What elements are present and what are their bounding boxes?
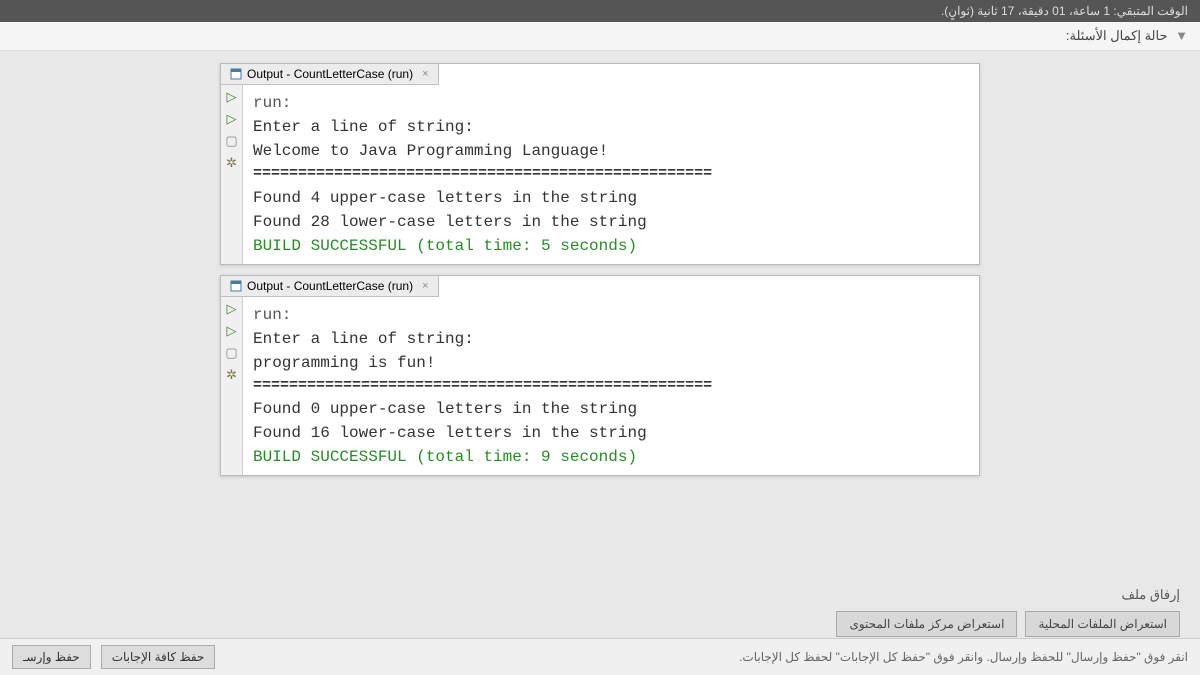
console-line: Found 28 lower-case letters in the strin… xyxy=(253,210,969,234)
bottom-actions-group: حفظ وإرسـ حفظ كافة الإجابات xyxy=(12,645,215,669)
console-separator: ========================================… xyxy=(253,163,969,186)
console-line: Found 0 upper-case letters in the string xyxy=(253,397,969,421)
build-success-line: BUILD SUCCESSFUL (total time: 9 seconds) xyxy=(253,445,969,469)
tab-title-1: Output - CountLetterCase (run) xyxy=(247,67,413,81)
console-line: Found 4 upper-case letters in the string xyxy=(253,186,969,210)
browse-content-button[interactable]: استعراض مركز ملفات المحتوى xyxy=(836,611,1017,637)
console-line: Welcome to Java Programming Language! xyxy=(253,139,969,163)
console-output-2: run: Enter a line of string: programming… xyxy=(243,297,979,476)
rerun-icon[interactable]: ▷ xyxy=(224,323,240,339)
run-icon[interactable]: ▷ xyxy=(224,89,240,105)
console-line: Enter a line of string: xyxy=(253,115,969,139)
console-line: programming is fun! xyxy=(253,351,969,375)
console-line: run: xyxy=(253,303,969,327)
rerun-icon[interactable]: ▷ xyxy=(224,111,240,127)
close-icon[interactable]: × xyxy=(419,280,431,292)
completion-status-text: حالة إكمال الأسئلة: xyxy=(1066,28,1168,43)
panel-gutter-1: ▷ ▷ ▢ ✲ xyxy=(221,85,243,264)
browse-buttons-group: استعراض الملفات المحلية استعراض مركز ملف… xyxy=(836,611,1180,637)
panel-gutter-2: ▷ ▷ ▢ ✲ xyxy=(221,297,243,476)
panel-body-2: ▷ ▷ ▢ ✲ run: Enter a line of string: pro… xyxy=(221,297,979,476)
browse-local-button[interactable]: استعراض الملفات المحلية xyxy=(1025,611,1180,637)
output-icon xyxy=(229,279,243,293)
console-output-1: run: Enter a line of string: Welcome to … xyxy=(243,85,979,264)
build-success-line: BUILD SUCCESSFUL (total time: 5 seconds) xyxy=(253,234,969,258)
time-remaining-text: الوقت المتبقي: 1 ساعة، 01 دقيقة، 17 ثاني… xyxy=(941,4,1188,18)
close-icon[interactable]: × xyxy=(419,68,431,80)
tab-title-2: Output - CountLetterCase (run) xyxy=(247,279,413,293)
output-panel-2: Output - CountLetterCase (run) × ▷ ▷ ▢ ✲… xyxy=(220,275,980,477)
debug-icon[interactable]: ✲ xyxy=(224,155,240,171)
console-separator: ========================================… xyxy=(253,375,969,398)
chevron-down-icon[interactable]: ▼ xyxy=(1175,28,1188,43)
output-tab-1[interactable]: Output - CountLetterCase (run) × xyxy=(221,64,439,85)
attach-file-label: إرفاق ملف xyxy=(836,587,1180,603)
save-submit-button[interactable]: حفظ وإرسـ xyxy=(12,645,91,669)
save-all-button[interactable]: حفظ كافة الإجابات xyxy=(101,645,216,669)
panel-body-1: ▷ ▷ ▢ ✲ run: Enter a line of string: Wel… xyxy=(221,85,979,264)
completion-status-bar: ▼ حالة إكمال الأسئلة: xyxy=(0,22,1200,51)
output-tab-2[interactable]: Output - CountLetterCase (run) × xyxy=(221,276,439,297)
bottom-action-bar: حفظ وإرسـ حفظ كافة الإجابات انقر فوق "حف… xyxy=(0,638,1200,675)
console-line: Enter a line of string: xyxy=(253,327,969,351)
attach-file-section: إرفاق ملف استعراض الملفات المحلية استعرا… xyxy=(836,587,1180,637)
output-icon xyxy=(229,67,243,81)
main-content: Output - CountLetterCase (run) × ▷ ▷ ▢ ✲… xyxy=(0,51,1200,488)
bottom-hint-text: انقر فوق "حفظ وإرسال" للحفظ وإرسال. وانق… xyxy=(215,650,1188,664)
stop-icon[interactable]: ▢ xyxy=(224,345,240,361)
console-line: Found 16 lower-case letters in the strin… xyxy=(253,421,969,445)
output-panel-1: Output - CountLetterCase (run) × ▷ ▷ ▢ ✲… xyxy=(220,63,980,265)
console-line: run: xyxy=(253,91,969,115)
time-remaining-bar: الوقت المتبقي: 1 ساعة، 01 دقيقة، 17 ثاني… xyxy=(0,0,1200,22)
run-icon[interactable]: ▷ xyxy=(224,301,240,317)
stop-icon[interactable]: ▢ xyxy=(224,133,240,149)
debug-icon[interactable]: ✲ xyxy=(224,367,240,383)
